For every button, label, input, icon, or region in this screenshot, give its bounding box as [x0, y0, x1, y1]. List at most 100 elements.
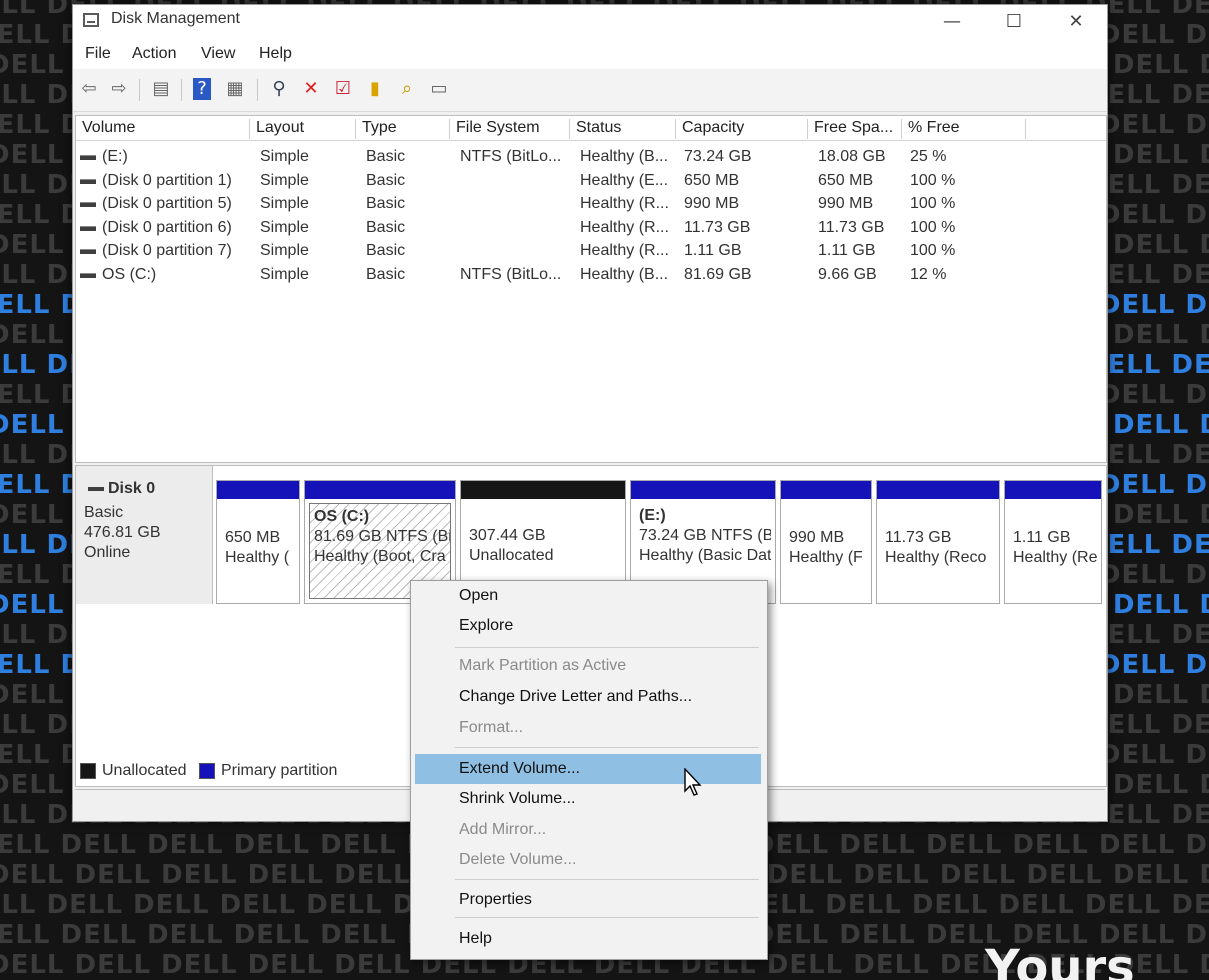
- search-folder-icon[interactable]: ⌕: [395, 78, 419, 100]
- menu-item-open[interactable]: Open: [415, 581, 761, 611]
- volume-icon: [80, 249, 96, 255]
- cell-pct: 100 %: [910, 171, 956, 189]
- partition-6[interactable]: 11.73 GB Healthy (Reco: [876, 480, 1000, 604]
- disk-name: Disk 0: [108, 480, 156, 497]
- maximize-button[interactable]: ☐: [991, 5, 1037, 39]
- toolbar: ⇦ ⇨ ▤ ? ▦ ⚲ ✕ ☑ ▮ ⌕ ▭: [73, 69, 1107, 112]
- partition-5[interactable]: 990 MB Healthy (F: [780, 480, 872, 604]
- primary-partition-stripe: [877, 481, 999, 499]
- cell-type: Basic: [366, 148, 406, 165]
- col-type[interactable]: Type: [356, 119, 450, 139]
- partition-status: Healthy (F: [789, 549, 863, 566]
- properties-sheet-icon[interactable]: ▦: [223, 78, 247, 100]
- partition-size: 1.11 GB: [1013, 529, 1071, 546]
- menu-item-delete-volume[interactable]: Delete Volume...: [415, 845, 761, 875]
- cell-free: 1.11 GB: [818, 242, 876, 260]
- back-arrow-icon[interactable]: ⇦: [77, 78, 101, 100]
- cell-status: Healthy (B...: [580, 266, 669, 283]
- primary-swatch: [198, 762, 215, 779]
- connect-icon[interactable]: ⚲: [267, 78, 291, 100]
- partition-status: Healthy (Re: [1013, 549, 1097, 566]
- cell-volume: OS (C:): [102, 266, 157, 283]
- volume-list-header: Volume Layout Type File System Status Ca…: [76, 116, 1106, 141]
- menu-item-format[interactable]: Format...: [415, 713, 761, 743]
- menu-separator: [455, 917, 759, 918]
- col-status[interactable]: Status: [570, 119, 676, 139]
- menu-item-add-mirror[interactable]: Add Mirror...: [415, 815, 761, 845]
- cell-pct: 100 %: [910, 218, 956, 236]
- volume-icon: [80, 225, 96, 231]
- partition-status: Unallocated: [469, 547, 554, 564]
- partition-size: 11.73 GB: [885, 529, 952, 546]
- partition-1[interactable]: 650 MB Healthy (: [216, 480, 300, 604]
- delete-icon[interactable]: ✕: [299, 78, 323, 100]
- volume-list: Volume Layout Type File System Status Ca…: [75, 115, 1107, 463]
- partition-status: Healthy (Basic Dat: [639, 547, 771, 564]
- menu-item-explore[interactable]: Explore: [415, 611, 761, 641]
- menu-item-properties[interactable]: Properties: [415, 885, 761, 915]
- col-percent-free[interactable]: % Free: [902, 119, 1026, 139]
- volume-icon: [80, 202, 96, 208]
- cell-pct: 100 %: [910, 195, 956, 213]
- cell-capacity: 73.24 GB: [684, 148, 752, 165]
- menu-file[interactable]: File: [85, 45, 111, 63]
- partition-size: 990 MB: [789, 529, 845, 546]
- cell-pct: 25 %: [910, 148, 947, 165]
- volume-row[interactable]: (Disk 0 partition 5) Simple Basic Healthy (…: [76, 193, 1106, 217]
- cell-pct: 100 %: [910, 242, 956, 260]
- col-layout[interactable]: Layout: [250, 119, 356, 139]
- cell-type: Basic: [366, 266, 406, 283]
- partition-size: 307.44 GB: [469, 527, 546, 544]
- menu-item-shrink-volume[interactable]: Shrink Volume...: [415, 784, 761, 814]
- partition-7[interactable]: 1.11 GB Healthy (Re: [1004, 480, 1102, 604]
- partition-size: 81.69 GB NTFS (Bit: [314, 528, 451, 545]
- unallocated-stripe: [461, 481, 625, 499]
- volume-row[interactable]: (Disk 0 partition 6) Simple Basic Healthy (…: [76, 217, 1106, 241]
- menu-item-mark-active[interactable]: Mark Partition as Active: [415, 651, 761, 681]
- cell-capacity: 990 MB: [684, 195, 740, 213]
- menu-item-change-drive-letter[interactable]: Change Drive Letter and Paths...: [415, 682, 761, 712]
- volume-row[interactable]: (E:) Simple Basic NTFS (BitLo... Healthy (B.…: [76, 146, 1106, 170]
- menu-help[interactable]: Help: [259, 45, 292, 63]
- menu-action[interactable]: Action: [132, 45, 176, 63]
- cell-layout: Simple: [260, 195, 309, 213]
- col-file-system[interactable]: File System: [450, 119, 570, 139]
- volume-icon: [80, 155, 96, 160]
- list-view-icon[interactable]: ▭: [427, 78, 451, 100]
- help-icon[interactable]: ?: [193, 78, 211, 100]
- cell-volume: (Disk 0 partition 5): [102, 195, 232, 213]
- close-button[interactable]: ✕: [1053, 5, 1099, 39]
- cell-free: 11.73 GB: [818, 218, 885, 236]
- cell-layout: Simple: [260, 148, 309, 165]
- col-capacity[interactable]: Capacity: [676, 119, 808, 139]
- col-volume[interactable]: Volume: [76, 119, 250, 139]
- legend: Unallocated Primary partition: [80, 762, 337, 780]
- menu-separator: [455, 647, 759, 648]
- cell-volume: (Disk 0 partition 1): [102, 171, 232, 189]
- title-bar[interactable]: Disk Management — ☐ ✕: [73, 5, 1107, 39]
- volume-row[interactable]: OS (C:) Simple Basic NTFS (BitLo... Healthy …: [76, 264, 1106, 288]
- primary-partition-stripe: [217, 481, 299, 499]
- cell-capacity: 11.73 GB: [684, 218, 751, 236]
- disk-0-label[interactable]: Disk 0 Basic 476.81 GB Online: [76, 466, 213, 604]
- folder-up-icon[interactable]: ▮: [363, 78, 387, 100]
- cell-type: Basic: [366, 218, 406, 236]
- console-tree-icon[interactable]: ▤: [149, 78, 173, 100]
- partition-size: 650 MB: [225, 529, 281, 546]
- menu-view[interactable]: View: [201, 45, 235, 63]
- menu-item-extend-volume[interactable]: Extend Volume...: [415, 754, 761, 784]
- partition-status: Healthy (Boot, Cra: [314, 548, 446, 565]
- volume-row[interactable]: (Disk 0 partition 1) Simple Basic Healthy (…: [76, 170, 1106, 194]
- forward-arrow-icon[interactable]: ⇨: [107, 78, 131, 100]
- checklist-icon[interactable]: ☑: [331, 78, 355, 100]
- col-free-space[interactable]: Free Spa...: [808, 119, 902, 139]
- volume-icon: [80, 178, 96, 184]
- cell-free: 650 MB: [818, 171, 874, 189]
- mouse-cursor-icon: [684, 768, 702, 796]
- cell-status: Healthy (R...: [580, 195, 669, 213]
- cell-free: 18.08 GB: [818, 148, 886, 165]
- volume-row[interactable]: (Disk 0 partition 7) Simple Basic Healthy (…: [76, 240, 1106, 264]
- minimize-button[interactable]: —: [929, 5, 975, 39]
- primary-partition-stripe: [1005, 481, 1101, 499]
- menu-item-help[interactable]: Help: [415, 924, 761, 954]
